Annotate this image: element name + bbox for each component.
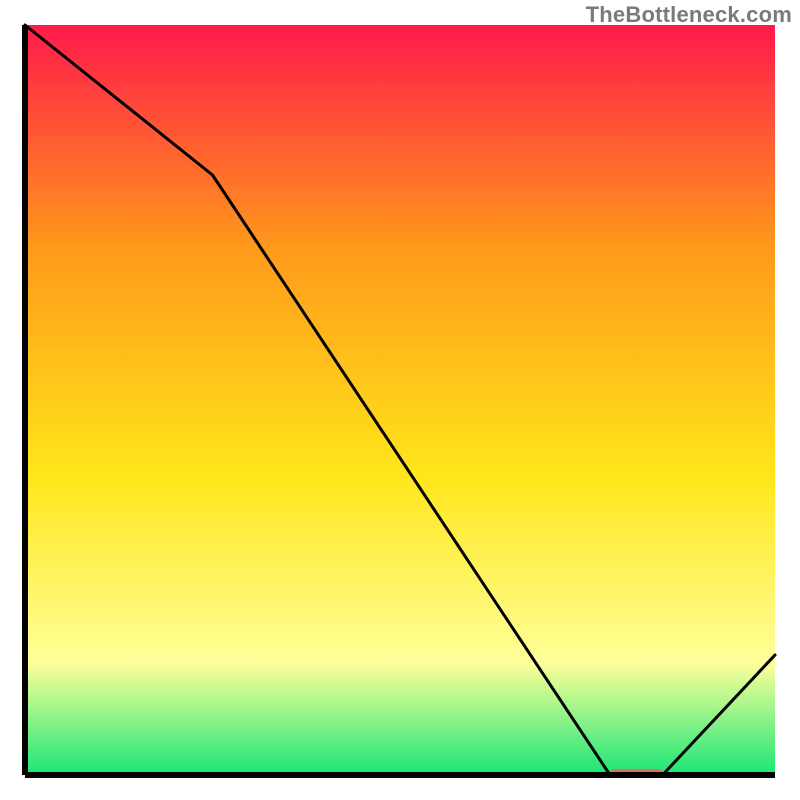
chart-container: TheBottleneck.com <box>0 0 800 800</box>
chart-svg <box>0 0 800 800</box>
plot-background <box>25 25 775 775</box>
